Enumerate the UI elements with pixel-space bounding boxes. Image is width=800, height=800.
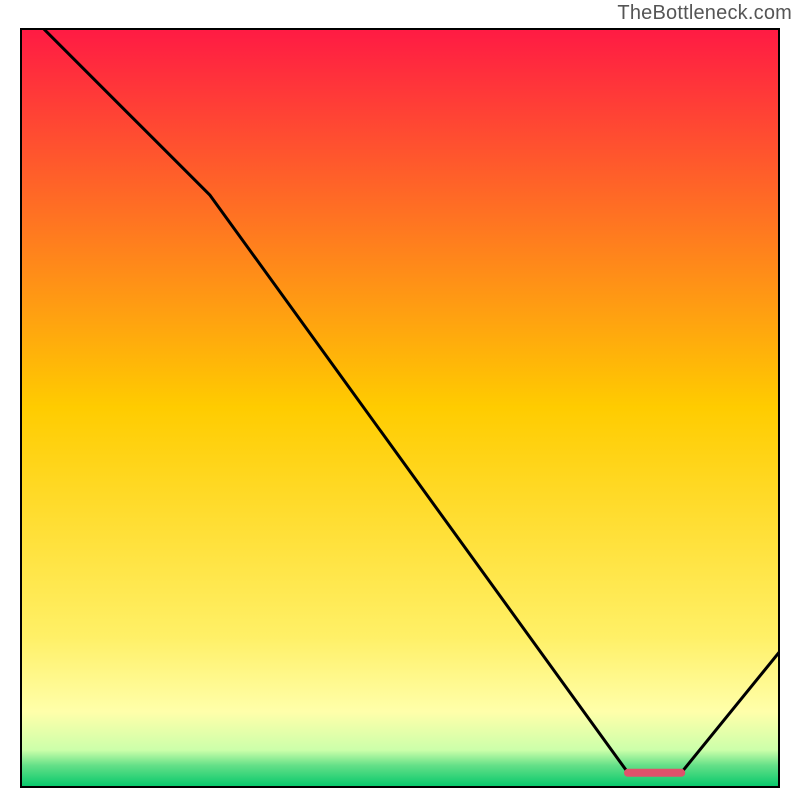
chart-svg: [20, 28, 780, 788]
chart-area: [20, 28, 780, 788]
gradient-background: [20, 28, 780, 788]
attribution-text: TheBottleneck.com: [617, 2, 792, 25]
